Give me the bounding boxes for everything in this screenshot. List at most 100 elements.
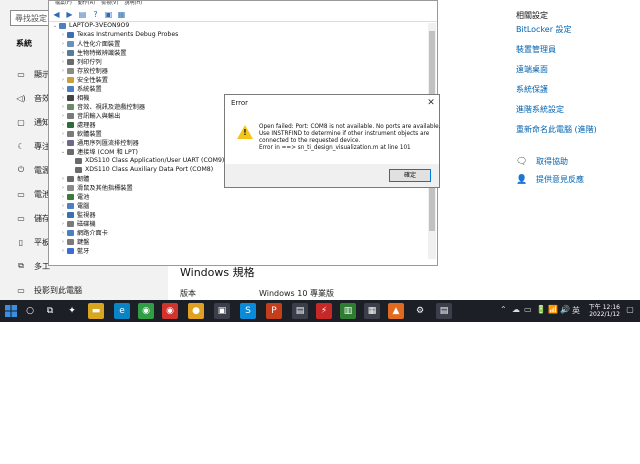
related-link-5[interactable]: 重新命名此電腦 (進階) [516,124,597,135]
device-tree-item[interactable]: › 音效、視訊及遊戲控制器 [59,102,145,111]
tray-caret-icon[interactable]: ⌃ [500,305,507,314]
expand-toggle-icon[interactable]: › [59,185,67,191]
nav-item-8[interactable]: ⧉ 多工 [16,258,50,274]
wifi-icon[interactable]: 📶 [548,305,558,314]
device-tree-item[interactable]: › 磁碟機 [59,219,96,228]
properties-icon[interactable]: ▤ [77,9,88,20]
device-tree-item[interactable]: ⌄ LAPTOP-3VEON9O9 [51,21,129,30]
matlab-icon[interactable]: ▲ [388,303,404,319]
app-icon-red[interactable]: ◉ [162,303,178,319]
update-driver-icon[interactable]: ▣ [103,9,114,20]
device-tree-item[interactable]: › 音訊輸入與輸出 [59,111,120,120]
related-link-0[interactable]: BitLocker 設定 [516,24,572,35]
menu-item-3[interactable]: 說明(H) [124,1,142,6]
device-tree-item[interactable]: › 系統裝置 [59,84,102,93]
app-icon-2[interactable]: ▤ [292,303,308,319]
nav-item-1[interactable]: ◁) 音效 [16,90,50,106]
device-tree-item[interactable]: › 軟體裝置 [59,129,102,138]
notification-center-icon[interactable]: ▢ [624,305,636,314]
ok-button[interactable]: 確定 [389,169,431,182]
expand-toggle-icon[interactable]: › [59,203,67,209]
device-tree-item[interactable]: › 相機 [59,93,89,102]
expand-toggle-icon[interactable]: › [59,122,67,128]
device-tree-item[interactable]: › Texas Instruments Debug Probes [59,30,178,39]
device-tree-item[interactable]: › 網路介面卡 [59,228,108,237]
scan-hardware-icon[interactable]: ▦ [116,9,127,20]
battery-tray-icon[interactable]: 🔋 [536,305,546,314]
expand-toggle-icon[interactable]: › [59,239,67,245]
device-tree-item[interactable]: › 存放控制器 [59,66,108,75]
nav-item-2[interactable]: ▢ 通知 [16,114,50,130]
expand-toggle-icon[interactable]: › [59,32,67,38]
app-icon-3[interactable]: ▥ [340,303,356,319]
skype-icon[interactable]: S [240,303,256,319]
expand-toggle-icon[interactable]: › [59,104,67,110]
related-link-2[interactable]: 遠端桌面 [516,64,548,75]
device-tree-item[interactable]: › 藍牙 [59,246,89,255]
expand-toggle-icon[interactable]: › [59,95,67,101]
file-explorer-icon[interactable]: ▬ [88,303,104,319]
tray-app-icon[interactable]: ▭ [524,305,532,314]
error-title-bar[interactable] [225,95,439,111]
related-link-3[interactable]: 系統保護 [516,84,548,95]
menu-item-2[interactable]: 檢視(V) [101,1,118,6]
device-tree-item[interactable]: › 鍵盤 [59,237,89,246]
device-tree-item[interactable]: › 通用序列匯流排控制器 [59,138,139,147]
help-item-0[interactable]: 🗨 取得協助 [516,156,568,167]
expand-toggle-icon[interactable]: › [59,77,67,83]
device-tree-item[interactable]: › 電腦 [59,201,89,210]
expand-toggle-icon[interactable]: › [59,194,67,200]
clock-date[interactable]: 2022/1/12 [584,311,620,318]
expand-toggle-icon[interactable]: › [59,176,67,182]
device-tree-item[interactable]: › 監視器 [59,210,96,219]
forward-icon[interactable]: ▶ [64,9,75,20]
related-link-4[interactable]: 進階系統設定 [516,104,564,115]
expand-toggle-icon[interactable]: › [59,68,67,74]
volume-icon[interactable]: 🔊 [560,305,570,314]
chrome-icon[interactable]: ◉ [138,303,154,319]
expand-toggle-icon[interactable]: › [59,140,67,146]
edge-icon[interactable]: e [114,303,130,319]
device-tree-item[interactable]: XDS110 Class Auxiliary Data Port (COM8) [67,165,213,174]
expand-toggle-icon[interactable]: › [59,230,67,236]
app-icon-5[interactable]: ▤ [436,303,452,319]
device-tree-item[interactable]: XDS110 Class Application/User UART (COM9… [67,156,224,165]
expand-toggle-icon[interactable]: › [59,221,67,227]
nav-item-0[interactable]: ▭ 顯示 [16,66,50,82]
close-icon[interactable]: ✕ [425,97,437,109]
menu-item-1[interactable]: 動作(A) [78,1,95,6]
nav-item-3[interactable]: ☾ 專注 [16,138,50,154]
app-icon-bolt[interactable]: ⚡ [316,303,332,319]
app-icon-yellow[interactable]: ● [188,303,204,319]
nav-item-4[interactable]: ⏻ 電源 [16,162,50,178]
expand-toggle-icon[interactable]: › [59,212,67,218]
help-toolbar-icon[interactable]: ? [90,9,101,20]
nav-item-9[interactable]: ▭ 投影到此電腦 [16,282,82,298]
settings-taskbar-icon[interactable]: ⚙ [412,303,428,319]
device-tree-item[interactable]: › 人性化介面裝置 [59,39,120,48]
device-tree-item[interactable]: › 處理器 [59,120,96,129]
onedrive-icon[interactable]: ☁ [512,305,520,314]
help-item-1[interactable]: 👤 提供意見反應 [516,174,584,185]
related-link-1[interactable]: 裝置管理員 [516,44,556,55]
device-tree-item[interactable]: › 生物特徵辨識裝置 [59,48,127,57]
app-icon-box[interactable]: ▣ [214,303,230,319]
app-icon-4[interactable]: ▦ [364,303,380,319]
nav-item-5[interactable]: ▭ 電池 [16,186,50,202]
back-icon[interactable]: ◀ [51,9,62,20]
device-tree-item[interactable]: › 滑鼠及其他指標裝置 [59,183,133,192]
app-icon-1[interactable]: ✦ [64,303,80,319]
device-tree-item[interactable]: ⌄ 連接埠 (COM 和 LPT) [59,147,138,156]
input-method-icon[interactable]: 英 [572,305,580,316]
clock-time[interactable]: 下午 12:16 [588,302,620,311]
device-tree-item[interactable]: › 韌體 [59,174,89,183]
nav-item-7[interactable]: ▯ 平板 [16,234,50,250]
menu-item-0[interactable]: 檔案(F) [55,1,72,6]
powerpoint-icon[interactable]: P [266,303,282,319]
device-tree-item[interactable]: › 安全性裝置 [59,75,108,84]
expand-toggle-icon[interactable]: ⌄ [51,23,59,29]
expand-toggle-icon[interactable]: › [59,59,67,65]
expand-toggle-icon[interactable]: › [59,113,67,119]
search-taskbar-icon[interactable]: ○ [22,303,38,319]
device-tree-item[interactable]: › 列印佇列 [59,57,102,66]
